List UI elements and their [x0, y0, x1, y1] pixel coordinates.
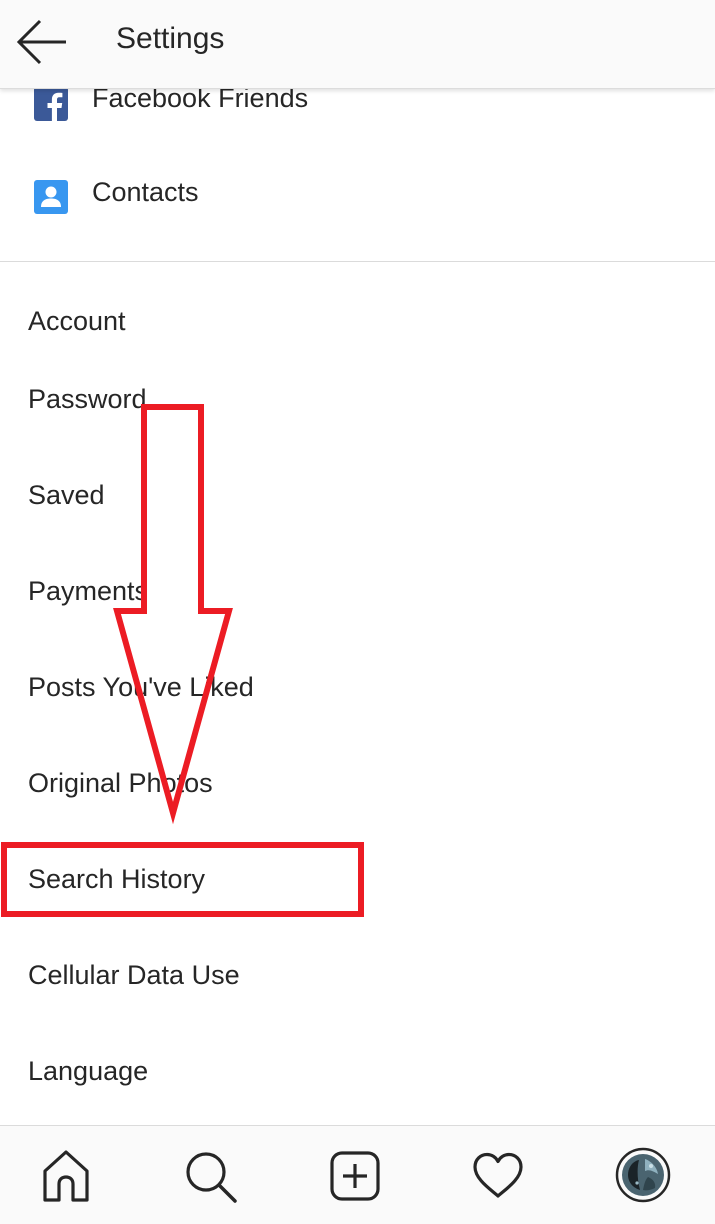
contacts-item[interactable]: Contacts: [0, 153, 715, 233]
password-label: Password: [28, 384, 147, 414]
activity-nav-button[interactable]: [468, 1146, 528, 1206]
saved-item[interactable]: Saved: [0, 462, 715, 532]
password-item[interactable]: Password: [0, 366, 715, 436]
facebook-icon: [34, 89, 68, 121]
home-nav-button[interactable]: [36, 1146, 96, 1206]
settings-list[interactable]: Facebook Friends Contacts Account Passwo…: [0, 89, 715, 1125]
add-post-icon: [330, 1151, 380, 1201]
cellular-data-use-label: Cellular Data Use: [28, 960, 240, 990]
home-icon: [43, 1150, 89, 1202]
section-divider: [0, 261, 715, 262]
heart-icon: [473, 1152, 523, 1198]
payments-label: Payments: [28, 576, 149, 606]
back-button[interactable]: [14, 16, 72, 68]
search-history-item[interactable]: Search History: [0, 846, 715, 916]
original-photos-item[interactable]: Original Photos: [0, 750, 715, 820]
facebook-friends-item[interactable]: Facebook Friends: [0, 89, 715, 139]
profile-avatar: [615, 1147, 671, 1203]
top-bar: Settings: [0, 0, 715, 89]
language-label: Language: [28, 1056, 149, 1086]
contacts-person-icon: [34, 180, 68, 214]
search-icon: [186, 1152, 237, 1203]
account-section-title: Account: [28, 306, 126, 336]
arrow-left-icon: [16, 19, 66, 65]
search-history-label: Search History: [28, 864, 206, 894]
posts-youve-liked-label: Posts You've Liked: [28, 672, 254, 702]
contacts-label: Contacts: [92, 177, 199, 207]
bottom-nav-bar: [0, 1125, 715, 1224]
page-title: Settings: [116, 22, 225, 55]
payments-item[interactable]: Payments: [0, 558, 715, 628]
search-nav-button[interactable]: [180, 1146, 240, 1206]
posts-youve-liked-item[interactable]: Posts You've Liked: [0, 654, 715, 724]
saved-label: Saved: [28, 480, 105, 510]
language-item[interactable]: Language: [0, 1038, 715, 1108]
facebook-friends-label: Facebook Friends: [92, 89, 309, 113]
add-post-nav-button[interactable]: [325, 1146, 385, 1206]
original-photos-label: Original Photos: [28, 768, 213, 798]
profile-nav-button[interactable]: [615, 1147, 671, 1203]
cellular-data-use-item[interactable]: Cellular Data Use: [0, 942, 715, 1012]
